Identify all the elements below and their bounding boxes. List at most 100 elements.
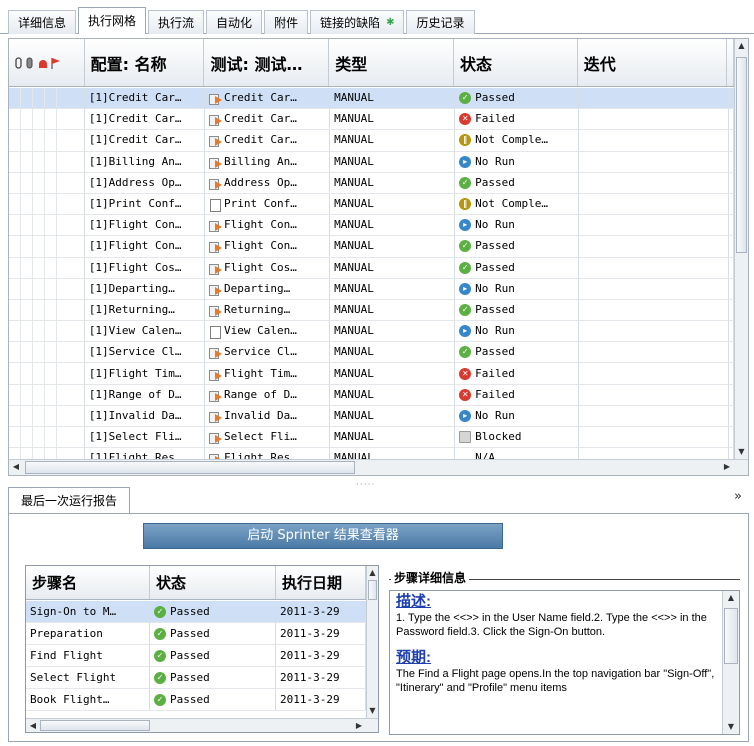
scroll-down-arrow-icon[interactable]: ▼ [735,445,748,459]
link-icon[interactable] [26,57,33,68]
tab-attachments[interactable]: 附件 [264,10,309,34]
step-row[interactable]: Find Flight ✓ Passed 2011-3-29 [26,645,366,667]
scrollbar-thumb[interactable] [736,57,747,253]
step-status-cell: ✓ Passed [150,689,276,710]
status-notcomplete-icon: ‖ [459,198,472,211]
config-name-cell: [1]Credit Car… [85,109,205,130]
step-row[interactable]: Select Flight ✓ Passed 2011-3-29 [26,667,366,689]
step-date-cell: 2011-3-29 [276,689,366,710]
step-row[interactable]: Book Flight… ✓ Passed 2011-3-29 [26,689,366,711]
test-name-cell: Credit Car… [205,88,331,109]
table-row[interactable]: [1]Credit Car… Credit Car… MANUAL ‖ Not Comp… [9,130,734,152]
table-row[interactable]: [1]Print Conf… Print Conf… MANUAL ‖ Not Comp… [9,193,734,216]
table-row[interactable]: [1]Flight Res… Flight Res… MANUAL N/A [9,448,734,459]
table-row[interactable]: [1]Flight Con… Flight Con… MANUAL ✓ Passed [9,236,734,258]
column-header-status[interactable]: 状态 [454,39,578,86]
table-row[interactable]: [1]Range of D… Range of D… MANUAL ✕ Failed [9,384,734,406]
scrollbar-thumb[interactable] [724,608,738,664]
config-name-cell: [1]Returning… [85,299,205,321]
status-passed-icon: ✓ [154,693,166,706]
manual-test-icon [208,452,222,459]
status-na-icon [459,452,471,459]
steps-vertical-scrollbar[interactable]: ▲ ▼ [366,566,378,718]
status-blocked-icon [459,431,472,444]
test-name-cell: Flight Con… [205,215,331,236]
description-heading: 描述: [396,593,431,610]
test-name-text: Flight Con… [223,218,297,232]
scroll-up-arrow-icon[interactable]: ▲ [367,566,378,580]
launch-sprinter-viewer-button[interactable]: 启动 Sprinter 结果查看器 [143,523,503,549]
splitter-handle[interactable]: ····· [356,480,375,490]
test-name-text: Print Conf… [223,197,297,211]
test-name-text: Billing An… [223,154,297,168]
column-header-config[interactable]: 配置: 名称 [85,39,205,86]
table-row[interactable]: [1]Flight Cos… Flight Cos… MANUAL ✓ Passed [9,257,734,279]
table-row[interactable]: [1]Invalid Da… Invalid Da… MANUAL ▸ No Run [9,405,734,427]
status-notcomplete-icon: ‖ [459,134,472,147]
scroll-up-arrow-icon[interactable]: ▲ [735,39,748,53]
table-row[interactable]: [1]Service Cl… Service Cl… MANUAL ✓ Passed [9,342,734,364]
type-cell: MANUAL [330,257,456,278]
status-passed-icon: ✓ [459,92,472,105]
scrollbar-thumb[interactable] [40,720,150,731]
scroll-down-arrow-icon[interactable]: ▼ [723,720,739,734]
scrollbar-thumb[interactable] [25,461,355,474]
table-row[interactable]: [1]View Calen… View Calen… MANUAL ▸ No Run [9,321,734,343]
tab-automation[interactable]: 自动化 [206,10,263,34]
column-header-iteration[interactable]: 迭代 [578,39,728,86]
column-header-step-name[interactable]: 步骤名 [26,566,150,599]
table-row[interactable]: [1]Departing… Departing… MANUAL ▸ No Run [9,278,734,300]
step-date-cell: 2011-3-29 [276,623,366,644]
iteration-cell [579,236,729,257]
collapse-icon[interactable]: » [734,489,742,504]
status-text: No Run [475,324,515,338]
flag-icon[interactable] [51,57,60,69]
table-row[interactable]: [1]Flight Tim… Flight Tim… MANUAL ✕ Failed [9,363,734,385]
table-row[interactable]: [1]Flight Con… Flight Con… MANUAL ▸ No Run [9,215,734,237]
table-row[interactable]: [1]Billing An… Billing An… MANUAL ▸ No Run [9,151,734,173]
grid-horizontal-scrollbar[interactable]: ◀ ▶ [9,459,748,475]
column-header-type[interactable]: 类型 [329,39,454,86]
indicator-cells [9,321,85,342]
scroll-down-arrow-icon[interactable]: ▼ [367,704,378,718]
iteration-cell [579,342,729,363]
status-text: Passed [170,670,210,684]
column-header-step-status[interactable]: 状态 [150,566,276,599]
test-name-cell: Print Conf… [205,193,331,215]
scrollbar-thumb[interactable] [368,580,377,600]
scroll-left-arrow-icon[interactable]: ◀ [9,460,23,474]
table-row[interactable]: [1]Returning… Returning… MANUAL ✓ Passed [9,299,734,322]
column-header-test[interactable]: 测试: 测试… [204,39,330,86]
attachment-icon[interactable] [15,56,22,69]
tab-linked-defects[interactable]: 链接的缺陷 ✱ [310,10,405,34]
table-row[interactable]: [1]Credit Car… Credit Car… MANUAL ✓ Passed [9,88,734,110]
status-text: N/A [475,451,496,459]
defect-icon[interactable] [39,59,47,68]
scroll-right-arrow-icon[interactable]: ▶ [720,460,734,474]
column-header-exec-date[interactable]: 执行日期 [276,566,366,599]
tab-execution-grid[interactable]: 执行网格 [78,7,147,34]
column-header-plan[interactable]: 计 [727,39,735,86]
test-name-text: Credit Car… [223,133,297,147]
grid-vertical-scrollbar[interactable]: ▲ ▼ [734,39,748,459]
tab-last-run-report[interactable]: 最后一次运行报告 [8,487,131,514]
steps-horizontal-scrollbar[interactable]: ◀ ▶ [26,718,378,732]
step-row[interactable]: Sign-On to M… ✓ Passed 2011-3-29 [26,601,366,623]
iteration-cell [579,130,729,151]
type-cell: MANUAL [330,427,456,448]
scroll-left-arrow-icon[interactable]: ◀ [26,719,40,732]
table-row[interactable]: [1]Select Fli… Select Fli… MANUAL Blocked [9,427,734,449]
details-vertical-scrollbar[interactable]: ▲ ▼ [722,591,739,734]
scroll-up-arrow-icon[interactable]: ▲ [723,591,739,605]
step-row[interactable]: Preparation ✓ Passed 2011-3-29 [26,623,366,645]
tab-execution-flow[interactable]: 执行流 [148,10,205,34]
config-name-cell: [1]Range of D… [85,384,205,405]
indicator-cells [9,384,85,405]
status-cell: ✕ Failed [455,109,580,130]
table-row[interactable]: [1]Address Op… Address Op… MANUAL ✓ Passed [9,172,734,194]
tab-details[interactable]: 详细信息 [8,10,77,34]
tab-history[interactable]: 历史记录 [406,10,475,34]
scroll-right-arrow-icon[interactable]: ▶ [352,719,366,732]
manual-test-icon [208,92,222,106]
table-row[interactable]: [1]Credit Car… Credit Car… MANUAL ✕ Failed [9,109,734,131]
